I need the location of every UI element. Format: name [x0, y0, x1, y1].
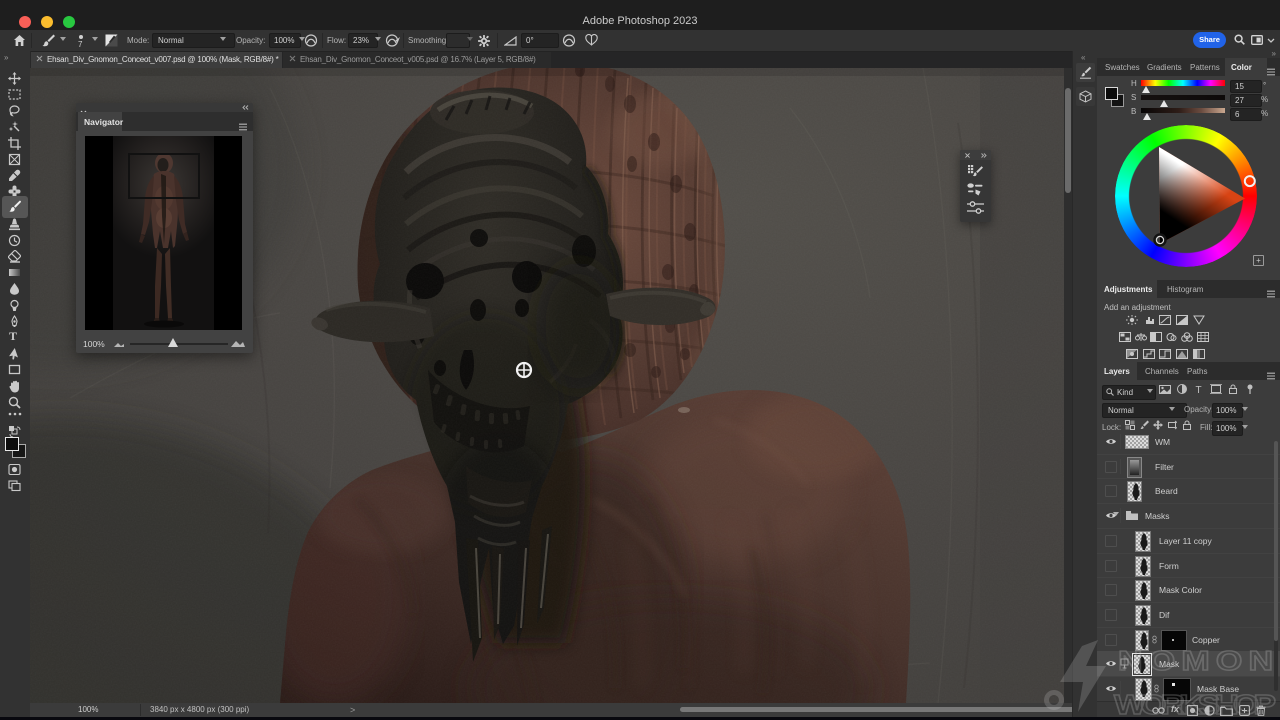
- svg-text:T: T: [1196, 385, 1202, 395]
